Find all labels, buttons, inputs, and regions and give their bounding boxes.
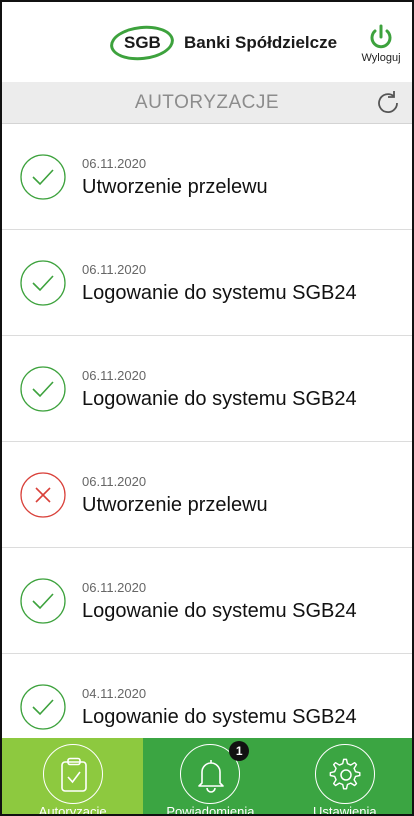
list-item[interactable]: 06.11.2020 Logowanie do systemu SGB24 [2,548,412,654]
list-item[interactable]: 06.11.2020 Utworzenie przelewu [2,442,412,548]
tab-label: Autoryzacje [38,804,107,816]
notification-badge: 1 [229,741,250,761]
list-item[interactable]: 06.11.2020 Utworzenie przelewu [2,124,412,230]
tab-icon-circle [42,744,103,804]
approved-check-icon [20,154,66,200]
tab-autoryzacje[interactable]: Autoryzacje [2,738,144,816]
logo-abbr: SGB [123,33,161,52]
item-date: 06.11.2020 [82,580,147,595]
approved-check-icon [20,684,66,730]
title-bar: AUTORYZACJE [2,82,412,124]
refresh-button[interactable] [374,89,402,122]
tab-icon-circle [314,744,375,804]
tab-label: Ustawienia [313,804,377,816]
clipboard-check-icon [60,757,87,792]
logout-label: Wyloguj [361,52,401,64]
item-name: Logowanie do systemu SGB24 [82,282,357,304]
logo-oval: SGB [108,22,176,64]
item-name: Utworzenie przelewu [82,494,268,516]
power-icon [370,24,392,49]
item-name: Utworzenie przelewu [82,176,268,198]
approved-check-icon [20,260,66,306]
item-name: Logowanie do systemu SGB24 [82,388,357,410]
approved-check-icon [20,578,66,624]
bottom-nav: Autoryzacje 1 Powiadomienia Ustawienia [2,738,412,816]
bank-logo: SGB Banki Spółdzielcze [108,22,338,64]
gear-icon [329,758,361,790]
item-date: 06.11.2020 [82,474,147,489]
app-frame: SGB Banki Spółdzielcze Wyloguj AUTORYZAC… [0,0,414,816]
tab-label: Powiadomienia [166,804,255,816]
approved-check-icon [20,366,66,412]
refresh-icon [378,91,398,114]
item-name: Logowanie do systemu SGB24 [82,706,357,728]
logo-text: Banki Spółdzielcze [184,33,338,52]
item-date: 04.11.2020 [82,686,147,701]
app-header: SGB Banki Spółdzielcze Wyloguj [2,2,412,82]
list-item[interactable]: 04.11.2020 Logowanie do systemu SGB24 [2,654,412,738]
authorization-list: 06.11.2020 Utworzenie przelewu 06.11.202… [2,124,412,738]
item-date: 06.11.2020 [82,368,147,383]
list-item[interactable]: 06.11.2020 Logowanie do systemu SGB24 [2,230,412,336]
tab-ustawienia[interactable]: Ustawienia [277,738,412,816]
list-item[interactable]: 06.11.2020 Logowanie do systemu SGB24 [2,336,412,442]
bell-icon [198,760,225,793]
item-date: 06.11.2020 [82,262,147,277]
tab-powiadomienia[interactable]: 1 Powiadomienia [143,738,278,816]
rejected-cross-icon [20,472,66,518]
item-date: 06.11.2020 [82,156,147,171]
page-title: AUTORYZACJE [134,92,280,113]
logout-button[interactable]: Wyloguj [356,24,406,64]
item-name: Logowanie do systemu SGB24 [82,600,357,622]
